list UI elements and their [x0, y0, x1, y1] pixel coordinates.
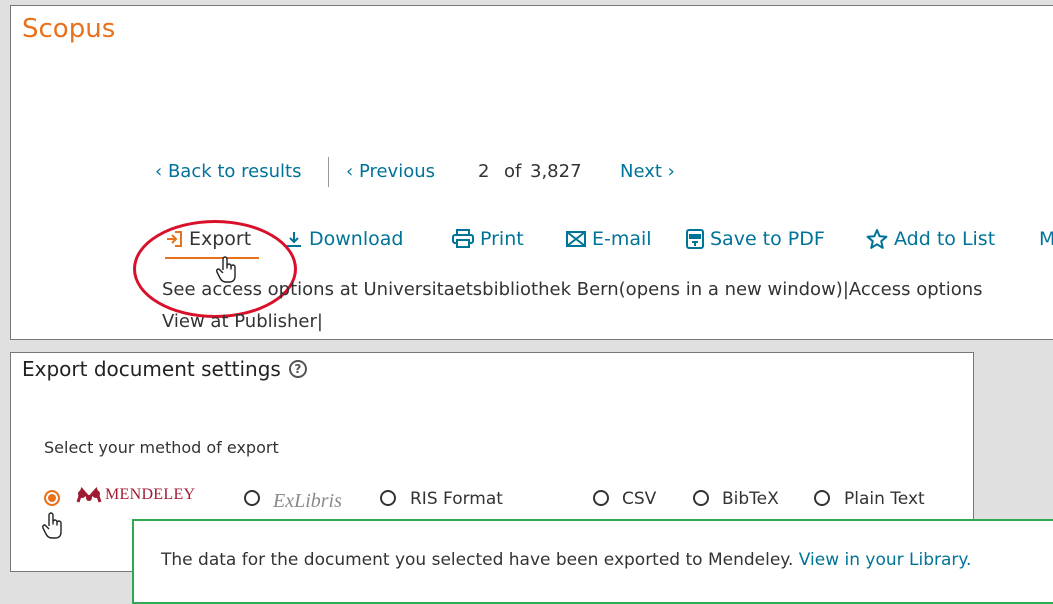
export-method-label: Select your method of export	[44, 438, 279, 457]
radio-plain-text[interactable]	[814, 490, 830, 506]
add-to-list-button[interactable]: Add to List	[866, 228, 995, 250]
result-of-label: of	[504, 161, 522, 182]
download-icon	[287, 232, 301, 247]
access-options-text[interactable]: See access options at Universitaetsbibli…	[162, 279, 983, 300]
export-settings-title: Export document settings ?	[22, 357, 307, 381]
mendeley-option[interactable]: MENDELEY	[76, 486, 195, 504]
save-to-pdf-button[interactable]: Save to PDF	[686, 228, 825, 250]
chevron-right-icon: ›	[667, 161, 675, 182]
back-to-results-link[interactable]: ‹ Back to results	[155, 161, 301, 182]
result-index: 2	[478, 161, 490, 182]
notice-message: The data for the document you selected h…	[161, 550, 972, 570]
view-in-library-link[interactable]: View in your Library.	[799, 550, 972, 570]
result-total: 3,827	[530, 161, 582, 182]
ris-format-label[interactable]: RIS Format	[410, 489, 503, 509]
scopus-logo[interactable]: Scopus	[22, 14, 115, 44]
print-button[interactable]: Print	[452, 228, 524, 250]
chevron-left-icon: ‹	[155, 161, 163, 182]
next-link[interactable]: Next ›	[620, 161, 675, 182]
mendeley-logo-icon	[76, 487, 102, 503]
star-icon	[866, 229, 888, 249]
help-icon[interactable]: ?	[288, 360, 307, 378]
email-button[interactable]: E-mail	[566, 228, 652, 250]
envelope-icon	[566, 231, 586, 247]
csv-label[interactable]: CSV	[622, 489, 656, 509]
radio-bibtex[interactable]	[693, 490, 709, 506]
download-button[interactable]: Download	[285, 228, 403, 250]
bibtex-label[interactable]: BibTeX	[722, 489, 779, 509]
printer-icon	[452, 229, 474, 248]
plain-text-label[interactable]: Plain Text	[844, 489, 925, 509]
more-button[interactable]: M	[1039, 228, 1053, 250]
radio-exlibris[interactable]	[244, 490, 260, 506]
exlibris-option[interactable]: ExLibris	[273, 490, 342, 513]
hand-cursor-icon	[216, 256, 236, 283]
radio-csv[interactable]	[593, 490, 609, 506]
previous-link[interactable]: ‹ Previous	[346, 161, 435, 182]
nav-divider	[328, 157, 329, 187]
chevron-left-icon: ‹	[346, 161, 354, 182]
hand-cursor-icon	[42, 512, 62, 539]
highlight-circle	[133, 220, 297, 318]
pdf-icon	[686, 229, 704, 249]
view-at-publisher-link[interactable]: View at Publisher|	[162, 311, 323, 332]
radio-ris[interactable]	[380, 490, 396, 506]
radio-mendeley[interactable]	[44, 490, 60, 506]
